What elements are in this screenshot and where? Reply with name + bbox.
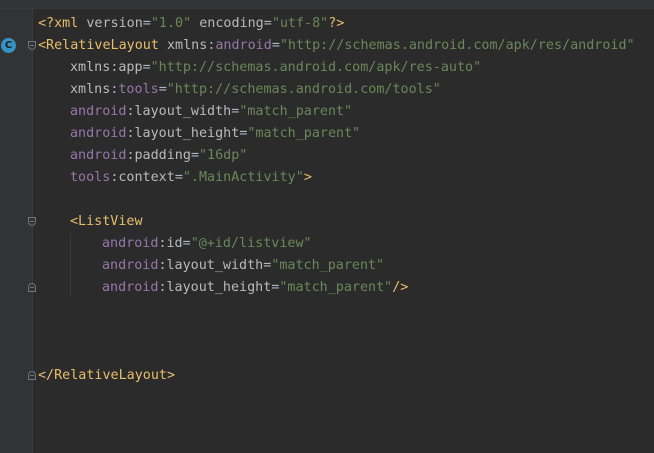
code-line-11: android:id="@+id/listview" [102, 236, 312, 251]
code-line-10: <ListView [70, 214, 143, 229]
fold-close-listview-icon[interactable] [28, 283, 36, 292]
code-line-6: android:layout_height="match_parent" [70, 126, 361, 141]
code-line-17: </RelativeLayout> [38, 368, 176, 383]
fold-open-relativelayout-icon[interactable] [28, 41, 36, 50]
code-editor[interactable]: C <?xml version="1.0" encoding="utf-8"?>… [0, 0, 654, 453]
class-icon[interactable]: C [1, 38, 16, 53]
code-line-2: <RelativeLayout xmlns:android="http://sc… [38, 38, 635, 53]
code-line-12: android:layout_width="match_parent" [102, 258, 385, 273]
code-line-1: <?xml version="1.0" encoding="utf-8"?> [38, 16, 345, 31]
code-line-13: android:layout_height="match_parent"/> [102, 280, 409, 295]
code-lines[interactable]: <?xml version="1.0" encoding="utf-8"?> <… [38, 13, 648, 387]
code-line-5: android:layout_width="match_parent" [70, 104, 353, 119]
code-line-7: android:padding="16dp" [70, 148, 248, 163]
code-line-4: xmlns:tools="http://schemas.android.com/… [70, 82, 441, 97]
code-line-3: xmlns:app="http://schemas.android.com/ap… [70, 60, 482, 75]
editor-top-border [0, 0, 654, 9]
fold-close-relativelayout-icon[interactable] [28, 371, 36, 380]
code-line-8: tools:context=".MainActivity"> [70, 170, 312, 185]
editor-gutter [0, 9, 33, 453]
fold-open-listview-icon[interactable] [28, 217, 36, 226]
